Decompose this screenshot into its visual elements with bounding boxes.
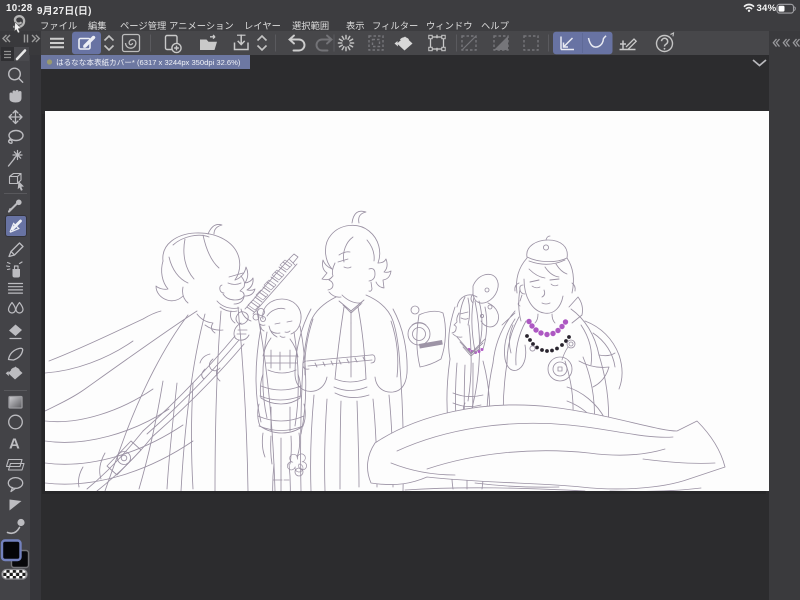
svg-text:34%: 34% xyxy=(757,3,777,14)
svg-text:A: A xyxy=(9,436,20,453)
